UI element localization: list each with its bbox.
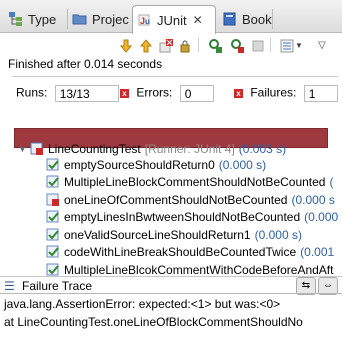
test-time: (0.000 s) [254,227,302,242]
test-time: (0.000 s [291,192,335,207]
toolbar-divider [198,38,199,52]
arrow-down-icon [119,39,132,53]
view-tab-bar: Type Projec J u JUnit ✕ Book [0,0,342,34]
tab-divider [272,9,273,29]
lock-icon [180,40,189,52]
test-passed-icon [46,245,59,258]
test-run-history-button[interactable] [278,37,295,54]
runs-counter: Runs: 13/13 [16,85,119,102]
view-menu-button[interactable]: ▽ [316,37,328,54]
history-list-icon [280,39,293,52]
suite-name: LineCountingTest [48,141,141,156]
error-icon: x [120,89,129,98]
type-hierarchy-icon [9,12,22,26]
failures-value: 1 [303,85,338,102]
test-name: MultipleLineBlcokCommentWithCodeBeforeAn… [64,262,334,277]
rerun-failed-icon [230,38,244,53]
view-menu-icon: ▽ [318,40,326,51]
tab-label: JUnit [157,12,187,28]
suite-time: (0.003 s) [238,141,287,156]
test-passed-icon [46,228,59,240]
counter-panel: Runs: 13/13 x Errors: 0 x Failures: 1 [12,76,338,102]
runs-label: Runs: [16,85,48,100]
test-name: MultipleLineBlockCommentShouldNotBeCount… [64,175,326,189]
test-case-row[interactable]: emptyLinesInBwtweenShouldNotBeCounted (0.… [46,209,342,226]
trace-line-stack-frame[interactable]: at LineCountingTest.oneLineOfBlockCommen… [4,313,303,330]
tab-label: Type [28,11,57,27]
test-case-row[interactable]: codeWithLineBreakShouldBeCountedTwice (0.… [46,244,334,261]
test-passed-icon [46,175,59,188]
test-time: (0.000 s) [218,157,267,172]
failure-icon: x [234,89,243,98]
test-name: emptyLinesInBwtweenShouldNotBeCounted [64,210,301,224]
trace-list-icon: ☰ [4,279,15,293]
test-passed-icon [46,158,59,170]
test-tree: ▼ LineCountingTest [Runner: JUnit 4] (0.… [0,140,342,277]
test-case-row[interactable]: emptySourceShouldReturn0 (0.000 s) [46,156,266,173]
book-icon [223,12,236,26]
tab-book[interactable]: Book [222,6,272,32]
test-name: emptySourceShouldReturn0 [64,157,215,172]
previous-failure-button[interactable] [137,37,154,54]
failures-label: Failures: [250,85,297,100]
tab-label: Projec [92,11,129,27]
svg-text:u: u [145,17,150,26]
failures-filter-icon [159,38,173,52]
errors-label: Errors: [136,85,173,100]
tab-project-explorer[interactable]: Projec [72,6,129,32]
tab-type-hierarchy[interactable]: Type [8,6,56,32]
suite-runner: [Runner: JUnit 4] [144,141,235,156]
test-name: oneValidSourceLineShouldReturn1 [64,227,251,242]
tree-root-row[interactable]: ▼ LineCountingTest [Runner: JUnit 4] (0.… [18,140,286,157]
rerun-test-button[interactable] [207,37,224,54]
test-name: codeWithLineBreakShouldBeCountedTwice [64,245,297,259]
compare-icon: ⇔ [323,280,333,291]
show-failures-only-button[interactable] [157,37,174,54]
close-icon[interactable]: ✕ [193,13,203,27]
tab-divider [67,9,68,29]
test-passed-icon [46,263,59,275]
test-case-row[interactable]: MultipleLineBlockCommentShouldNotBeCount… [46,174,333,191]
junit-icon: J u [138,14,150,26]
junit-toolbar: ▼ ▽ [0,34,342,56]
tab-label: Book [242,11,272,27]
test-time: (0.000 s [304,210,342,224]
test-passed-icon [46,210,59,223]
rerun-icon [208,38,222,53]
runs-value: 13/13 [54,85,119,102]
filter-stack-icon: ⇆ [301,280,311,291]
divider [0,293,342,294]
chevron-down-icon: ▼ [295,41,303,50]
toolbar-divider [270,38,271,52]
history-dropdown-button[interactable]: ▼ [294,37,304,54]
trace-text: java.lang.AssertionError: expected:<1> b… [4,296,281,311]
failure-trace-label: Failure Trace [22,279,93,293]
next-failure-button[interactable] [117,37,134,54]
rerun-failed-first-button[interactable] [229,37,246,54]
trace-line-exception[interactable]: java.lang.AssertionError: expected:<1> b… [4,295,280,312]
tab-junit[interactable]: J u JUnit ✕ [132,5,216,34]
test-failed-icon [46,193,59,206]
test-case-row[interactable]: oneValidSourceLineShouldReturn1 (0.000 s) [46,226,302,243]
trace-text: at LineCountingTest.oneLineOfBlockCommen… [4,314,303,329]
errors-counter: x Errors: 0 [120,85,214,102]
test-case-row[interactable]: oneLineOfCommentShouldNotBeCounted (0.000… [46,191,335,208]
test-suite-failed-icon [30,142,43,155]
run-status: Finished after 0.014 seconds [8,57,163,71]
folder-icon [72,14,87,25]
stop-icon [252,40,263,51]
test-time: ( [329,175,334,189]
test-time: (0.001 [300,245,335,259]
arrow-up-icon [139,38,152,52]
stop-button[interactable] [249,37,266,54]
scroll-lock-button[interactable] [176,37,193,54]
failure-trace-header: ☰ Failure Trace ⇆ ⇔ [0,276,342,295]
failures-counter: x Failures: 1 [234,85,338,102]
errors-value: 0 [179,85,214,102]
test-case-row[interactable]: MultipleLineBlcokCommentWithCodeBeforeAn… [46,261,337,276]
test-name: oneLineOfCommentShouldNotBeCounted [64,192,288,207]
expand-triangle-icon[interactable]: ▼ [18,144,30,154]
